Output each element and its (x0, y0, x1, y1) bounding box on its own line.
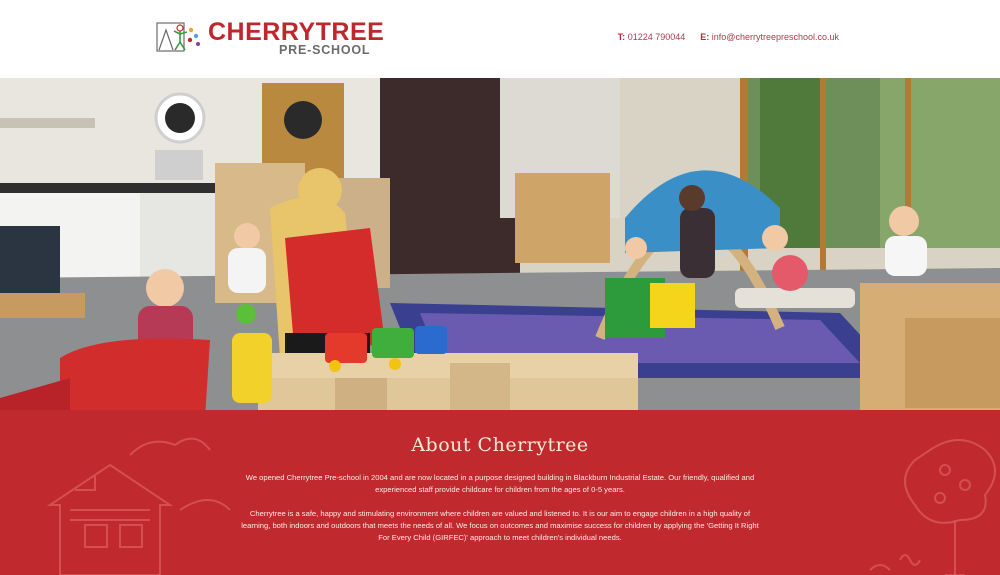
cherrytree-logo-icon (156, 22, 200, 52)
logo-main-text: CHERRYTREE (208, 18, 385, 46)
site-logo[interactable]: CHERRYTREE PRE-SCHOOL (156, 18, 386, 58)
about-section: About Cherrytree We opened Cherrytree Pr… (0, 410, 1000, 575)
logo-sub-text: PRE-SCHOOL (279, 43, 371, 57)
about-title: About Cherrytree (411, 434, 589, 456)
hero-photo (0, 78, 1000, 418)
phone-label: T: (617, 32, 626, 42)
email-link[interactable]: info@cherrytreepreschool.co.uk (712, 32, 839, 42)
email-label: E: (700, 32, 710, 42)
header-contact: T: 01224 790044 E: info@cherrytreepresch… (618, 32, 839, 42)
about-paragraph-1: We opened Cherrytree Pre-school in 2004 … (245, 473, 755, 494)
about-paragraph-2: Cherrytree is a safe, happy and stimulat… (241, 509, 759, 542)
hero-slider[interactable] (0, 78, 1000, 418)
site-header: CHERRYTREE PRE-SCHOOL T: 01224 790044 E:… (0, 0, 1000, 84)
phone-link[interactable]: 01224 790044 (628, 32, 686, 42)
